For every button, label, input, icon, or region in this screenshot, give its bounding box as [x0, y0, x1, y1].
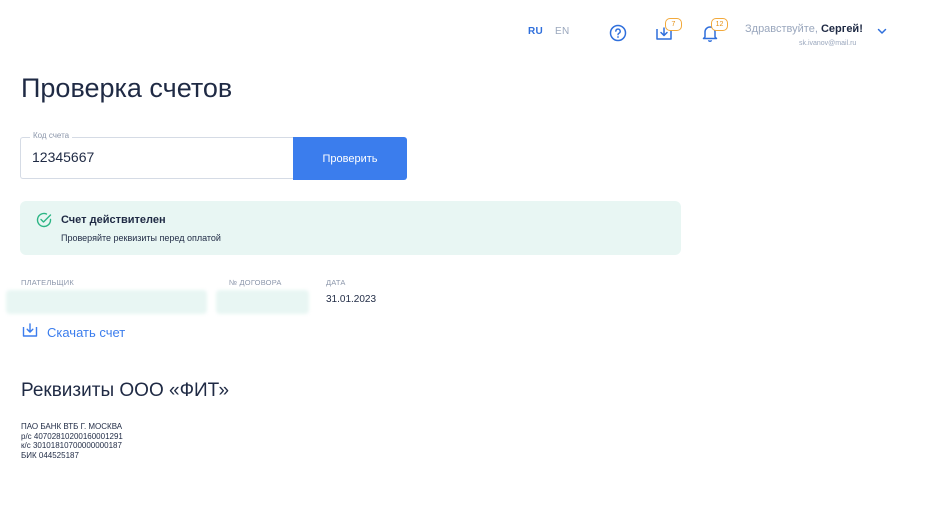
date-value: 31.01.2023: [326, 294, 377, 305]
user-email: sk.ivanov@mail.ru: [799, 40, 857, 47]
download-icon: [21, 321, 39, 344]
download-tray-icon[interactable]: 7: [654, 18, 682, 43]
check-circle-icon: [35, 211, 53, 229]
user-name: Сергей!: [820, 23, 863, 35]
invoice-code-field[interactable]: Код счета: [20, 131, 293, 179]
invoice-code-input[interactable]: [32, 149, 272, 165]
notifications-count-badge: 12: [711, 18, 728, 31]
downloads-count-badge: 7: [665, 18, 682, 31]
chevron-down-icon[interactable]: [876, 24, 888, 36]
requisites-line: БИК 044525187: [21, 450, 79, 460]
requisites-title: Реквизиты ООО «ФИТ»: [21, 380, 230, 401]
page-title: Проверка счетов: [21, 73, 233, 103]
requisites-line: ПАО БАНК ВТБ Г. МОСКВА: [21, 422, 123, 431]
contract-value-redacted: [216, 290, 309, 314]
lang-ru-link[interactable]: RU: [528, 26, 543, 37]
requisites-line: к/с 30101810700000000187: [21, 441, 122, 450]
contract-label: № ДОГОВОРА: [229, 278, 282, 287]
payer-value-redacted: [6, 290, 207, 314]
alert-subtitle: Проверяйте реквизиты перед оплатой: [61, 233, 221, 243]
check-button[interactable]: Проверить: [293, 137, 407, 180]
download-invoice-link[interactable]: Скачать счет: [21, 321, 125, 344]
bell-icon[interactable]: 12: [700, 18, 728, 43]
requisites-block: ПАО БАНК ВТБ Г. МОСКВА р/с 4070281020016…: [21, 422, 123, 460]
help-icon[interactable]: [608, 23, 628, 43]
requisites-line: р/с 40702810200160001291: [21, 431, 123, 441]
payer-label: ПЛАТЕЛЬЩИК: [21, 278, 74, 287]
download-invoice-label: Скачать счет: [47, 325, 126, 340]
greeting-prefix: Здравствуйте,: [745, 23, 821, 35]
valid-invoice-alert: Счет действителен Проверяйте реквизиты п…: [20, 201, 681, 255]
alert-title: Счет действителен: [61, 214, 166, 226]
lang-en-link[interactable]: EN: [555, 26, 570, 37]
date-label: ДАТА: [326, 278, 346, 287]
invoice-code-label: Код счета: [30, 131, 73, 140]
user-greeting[interactable]: Здравствуйте, Сергей!: [745, 23, 863, 35]
